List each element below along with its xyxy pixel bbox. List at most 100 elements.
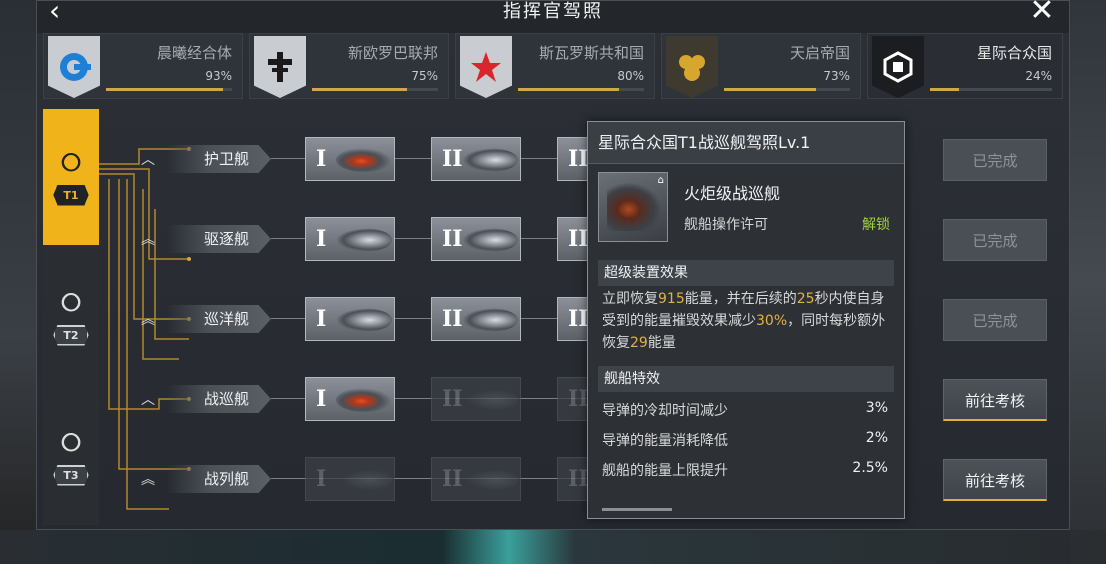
panel-title: 星际合众国T1战巡舰驾照Lv.1 [588,122,904,164]
molecule-icon: ⭘ [60,287,82,318]
card-tier-numeral: I [316,146,327,172]
faction-name: 新欧罗巴联邦 [347,44,438,62]
ship-thumbnail [336,308,392,332]
trait-label: 导弹的冷却时间减少 [602,403,728,419]
desc-value: 25 [796,291,815,307]
title-bar: ‹ 指挥官驾照 ✕ [37,0,1069,33]
ship-card-locked[interactable]: I [305,457,395,501]
molecule-icon: ⭘ [60,147,82,178]
desc-value: 915 [658,291,685,307]
faction-name: 星际合众国 [976,44,1052,62]
faction-percent: 75% [411,69,438,83]
faction-tab-1[interactable]: 新欧罗巴联邦 75% [249,33,449,99]
trait-label: 导弹的能量消耗降低 [602,433,728,449]
ship-card[interactable]: I [305,297,395,341]
card-tier-numeral: II [442,386,463,412]
ship-thumbnail [462,308,518,332]
ship-class-label: 战列舰 [167,465,271,493]
ship-image [607,183,661,231]
trait-row: 导弹的冷却时间减少 3% [602,400,892,422]
trait-value: 2% [865,430,888,446]
faction-progress-bar [312,88,438,91]
ship-card[interactable]: I [305,217,395,261]
ship-card[interactable]: II [431,297,521,341]
completed-button[interactable]: 已完成 [943,299,1047,341]
panel-scrollbar[interactable] [602,508,672,511]
completed-button[interactable]: 已完成 [943,219,1047,261]
faction-percent: 73% [823,69,850,83]
tier-label: T1 [53,184,89,206]
go-to-exam-button[interactable]: 前往考核 [943,459,1047,501]
faction-tab-4[interactable]: 星际合众国 24% [867,33,1063,99]
card-tier-numeral: II [442,226,463,252]
molecule-icon: ⭘ [60,427,82,458]
rank-chevron-1-icon: ︿ [141,392,155,408]
faction-tab-2[interactable]: 斯瓦罗斯共和国 80% [455,33,655,99]
tier-label: T2 [53,324,89,346]
trait-row: 导弹的能量消耗降低 2% [602,430,892,452]
ship-thumbnail [336,468,392,492]
trait-label: 舰船的能量上限提升 [602,463,728,479]
background-left [0,0,36,564]
ship-card-locked[interactable]: II [431,457,521,501]
faction-tab-0[interactable]: 晨曦经合体 93% [43,33,243,99]
desc-value: 30% [756,313,788,329]
hexagon-cube-icon [872,36,924,98]
faction-progress-bar [518,88,644,91]
ship-card[interactable]: II [431,137,521,181]
background-right [1070,0,1106,564]
close-button[interactable]: ✕ [1027,0,1057,27]
card-tier-numeral: I [316,466,327,492]
rank-chevron-2-icon: ︽ [141,472,155,488]
ship-portrait: ⌂ [598,172,668,242]
rank-chevron-2-icon: ︽ [141,312,155,328]
ship-card[interactable]: I [305,377,395,421]
desc-value: 29 [630,335,648,351]
ship-class-label: 巡洋舰 [167,305,271,333]
ship-thumbnail [462,148,518,172]
license-window: ‹ 指挥官驾照 ✕ 晨曦经合体 93% 新欧罗巴联邦 75% 斯瓦罗斯共和国 8… [36,0,1070,530]
completed-button[interactable]: 已完成 [943,139,1047,181]
super-device-header: 超级装置效果 [598,260,894,286]
faction-tabs: 晨曦经合体 93% 新欧罗巴联邦 75% 斯瓦罗斯共和国 80% 天启帝国 73… [43,33,1065,103]
rank-chevron-1-icon: ︿ [141,152,155,168]
faction-tab-3[interactable]: 天启帝国 73% [661,33,861,99]
trait-row: 舰船的能量上限提升 2.5% [602,460,892,482]
desc-text: 能量，并在后续的 [684,291,797,307]
ship-card[interactable]: I [305,137,395,181]
ship-card-locked[interactable]: II [431,377,521,421]
card-tier-numeral: II [442,306,463,332]
tier-tab-t1[interactable]: ⭘ T1 [43,109,99,245]
faction-progress-bar [930,88,1052,91]
ship-card[interactable]: II [431,217,521,261]
tier-tabs: ⭘ T1 ⭘ T2 ⭘ T3 [43,109,99,525]
card-tier-numeral: I [316,306,327,332]
faction-percent: 80% [617,69,644,83]
tier-tab-t2[interactable]: ⭘ T2 [43,249,99,385]
close-icon: ✕ [1029,0,1055,28]
card-tier-numeral: I [316,386,327,412]
faction-progress-bar [724,88,850,91]
ship-thumbnail [336,228,392,252]
trait-value: 3% [865,400,888,416]
license-detail-panel: 星际合众国T1战巡舰驾照Lv.1 ⌂ 火炬级战巡舰 舰船操作许可 解锁 超级装置… [587,121,905,519]
tier-tab-t3[interactable]: ⭘ T3 [43,389,99,525]
card-tier-numeral: I [316,226,327,252]
faction-percent: 24% [1025,69,1052,83]
go-to-exam-button[interactable]: 前往考核 [943,379,1047,421]
ship-class-label: 护卫舰 [167,145,271,173]
ship-thumbnail [462,468,518,492]
rank-chevron-icon: ⌂ [657,175,664,186]
red-star-icon [460,36,512,98]
tier-label: T3 [53,464,89,486]
ship-thumbnail [336,148,392,172]
cross-emblem-icon [254,36,306,98]
super-device-description: 立即恢复915能量，并在后续的25秒内使自身受到的能量摧毁效果减少30%，同时每… [602,288,892,354]
rank-chevron-2-icon: ︽ [141,232,155,248]
background-bottom [0,530,1106,564]
ship-class-label: 驱逐舰 [167,225,271,253]
ship-name: 火炬级战巡舰 [684,184,781,203]
permit-status: 解锁 [862,217,890,233]
faction-name: 晨曦经合体 [156,44,232,62]
ship-thumbnail [462,388,518,412]
